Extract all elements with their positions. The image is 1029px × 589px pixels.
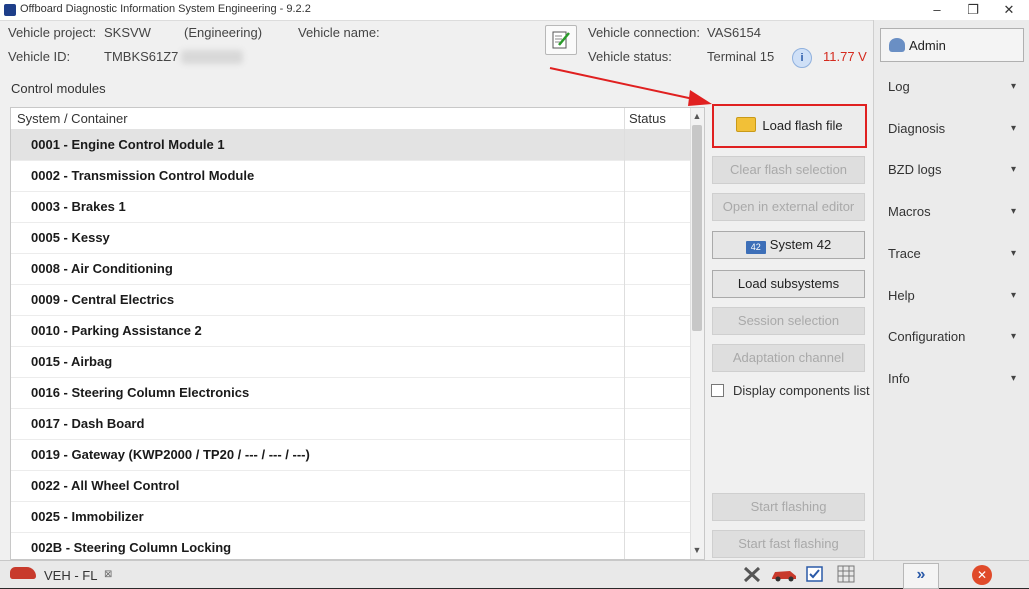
module-name: 0019 - Gateway (KWP2000 / TP20 / --- / -… xyxy=(31,447,310,462)
admin-label: Admin xyxy=(909,38,946,53)
load-flash-file-button[interactable]: Load flash file xyxy=(712,104,867,148)
mode-label: (Engineering) xyxy=(184,25,263,40)
annotation-arrow xyxy=(549,67,712,106)
scrollbar-thumb[interactable] xyxy=(692,125,702,331)
table-row[interactable]: 0002 - Transmission Control Module xyxy=(11,160,690,192)
table-row[interactable]: 0017 - Dash Board xyxy=(11,408,690,440)
sidebar-item-bzd-logs[interactable]: BZD logs xyxy=(888,162,941,177)
table-row[interactable]: 0025 - Immobilizer xyxy=(11,501,690,533)
vehicle-id-value: TMBKS61Z7 xyxy=(104,49,179,64)
table-row[interactable]: 002B - Steering Column Locking xyxy=(11,532,690,559)
chevron-down-icon[interactable]: ▾ xyxy=(1011,81,1016,92)
grid-icon[interactable] xyxy=(836,565,856,583)
table-row[interactable]: 0022 - All Wheel Control xyxy=(11,470,690,502)
app-icon xyxy=(4,4,16,16)
edit-icon xyxy=(552,31,570,49)
chevron-down-icon[interactable]: ▾ xyxy=(1011,206,1016,217)
start-fast-flashing-button[interactable]: Start fast flashing xyxy=(712,530,865,558)
column-system-container[interactable]: System / Container xyxy=(17,111,128,126)
vehicle-connection-label: Vehicle connection: xyxy=(588,25,701,40)
tools-icon[interactable] xyxy=(742,565,762,583)
control-modules-label: Control modules xyxy=(11,81,106,96)
forward-button[interactable]: » xyxy=(903,563,939,589)
close-button[interactable]: ✕ xyxy=(989,0,1029,20)
module-name: 0002 - Transmission Control Module xyxy=(31,168,255,183)
window-title: Offboard Diagnostic Information System E… xyxy=(20,3,311,15)
table-row[interactable]: 0005 - Kessy xyxy=(11,222,690,254)
vehicle-connection-value: VAS6154 xyxy=(707,25,761,40)
chevron-down-icon[interactable]: ▾ xyxy=(1011,248,1016,259)
vehicle-id-label: Vehicle ID: xyxy=(8,49,71,64)
table-row[interactable]: 0019 - Gateway (KWP2000 / TP20 / --- / -… xyxy=(11,439,690,471)
control-modules-table: System / Container Status 0001 - Engine … xyxy=(10,107,705,560)
table-row[interactable]: 0010 - Parking Assistance 2 xyxy=(11,315,690,347)
module-name: 0017 - Dash Board xyxy=(31,416,145,431)
module-name: 0015 - Airbag xyxy=(31,354,113,369)
battery-info-icon: i xyxy=(792,48,812,68)
chevron-down-icon[interactable]: ▾ xyxy=(1011,123,1016,134)
module-name: 0001 - Engine Control Module 1 xyxy=(31,137,225,152)
load-subsystems-button[interactable]: Load subsystems xyxy=(712,270,865,298)
chevron-down-icon[interactable]: ▾ xyxy=(1011,164,1016,175)
start-flashing-button[interactable]: Start flashing xyxy=(712,493,865,521)
clear-flash-selection-button[interactable]: Clear flash selection xyxy=(712,156,865,184)
chevron-down-icon[interactable]: ▾ xyxy=(1011,290,1016,301)
system-42-icon: 42 xyxy=(745,241,766,254)
sidebar-item-configuration[interactable]: Configuration xyxy=(888,329,965,344)
sidebar-item-log[interactable]: Log xyxy=(888,79,910,94)
module-name: 0022 - All Wheel Control xyxy=(31,478,180,493)
sidebar-item-macros[interactable]: Macros xyxy=(888,204,931,219)
vehicle-tab[interactable]: VEH - FL xyxy=(44,568,97,583)
chevron-down-icon[interactable]: ▾ xyxy=(1011,373,1016,384)
sidebar-item-info[interactable]: Info xyxy=(888,371,910,386)
module-name: 0025 - Immobilizer xyxy=(31,509,144,524)
redacted-vin xyxy=(181,50,243,64)
module-name: 0016 - Steering Column Electronics xyxy=(31,385,250,400)
session-selection-button[interactable]: Session selection xyxy=(712,307,865,335)
minimize-button[interactable]: – xyxy=(917,0,957,20)
module-name: 0009 - Central Electrics xyxy=(31,292,175,307)
sidebar-item-diagnosis[interactable]: Diagnosis xyxy=(888,121,945,136)
system-42-button[interactable]: 42 System 42 xyxy=(712,231,865,259)
edit-vehicle-button[interactable] xyxy=(545,25,577,55)
table-row[interactable]: 0009 - Central Electrics xyxy=(11,284,690,316)
table-row[interactable]: 0001 - Engine Control Module 1 xyxy=(11,129,690,161)
table-row[interactable]: 0016 - Steering Column Electronics xyxy=(11,377,690,409)
title-bar: Offboard Diagnostic Information System E… xyxy=(0,0,1029,21)
load-flash-file-label: Load flash file xyxy=(762,118,843,133)
checklist-icon[interactable] xyxy=(805,565,825,583)
vehicle-name-label: Vehicle name: xyxy=(298,25,380,40)
admin-button[interactable]: Admin xyxy=(880,28,1024,62)
tab-close-icon[interactable]: ⊠ xyxy=(104,569,112,580)
vehicle-car-icon xyxy=(10,567,36,579)
adaptation-channel-button[interactable]: Adaptation channel xyxy=(712,344,865,372)
scroll-down-icon[interactable]: ▼ xyxy=(690,543,704,557)
battery-voltage: 11.77 V xyxy=(823,49,867,64)
module-name: 0003 - Brakes 1 xyxy=(31,199,126,214)
module-name: 002B - Steering Column Locking xyxy=(31,540,232,555)
system-42-label: System 42 xyxy=(769,237,832,252)
module-name: 0005 - Kessy xyxy=(31,230,110,245)
module-name: 0010 - Parking Assistance 2 xyxy=(31,323,202,338)
vehicle-project-label: Vehicle project: xyxy=(8,25,97,40)
status-bar xyxy=(0,560,1029,588)
odis-window: Offboard Diagnostic Information System E… xyxy=(0,0,1029,589)
module-name: 0008 - Air Conditioning xyxy=(31,261,173,276)
table-row[interactable]: 0003 - Brakes 1 xyxy=(11,191,690,223)
display-components-checkbox[interactable] xyxy=(711,384,724,397)
sidebar-item-trace[interactable]: Trace xyxy=(888,246,921,261)
table-row[interactable]: 0015 - Airbag xyxy=(11,346,690,378)
vehicle-project-value: SKSVW xyxy=(104,25,151,40)
sidebar-item-help[interactable]: Help xyxy=(888,288,915,303)
table-row[interactable]: 0008 - Air Conditioning xyxy=(11,253,690,285)
restore-button[interactable]: ❐ xyxy=(953,0,993,20)
admin-user-icon xyxy=(889,38,905,52)
column-divider xyxy=(624,108,625,559)
vehicle-icon[interactable] xyxy=(770,565,798,583)
folder-icon xyxy=(736,117,757,132)
display-components-label: Display components list xyxy=(733,383,870,398)
open-external-editor-button[interactable]: Open in external editor xyxy=(712,193,865,221)
chevron-down-icon[interactable]: ▾ xyxy=(1011,331,1016,342)
stop-button[interactable]: ✕ xyxy=(972,565,992,585)
